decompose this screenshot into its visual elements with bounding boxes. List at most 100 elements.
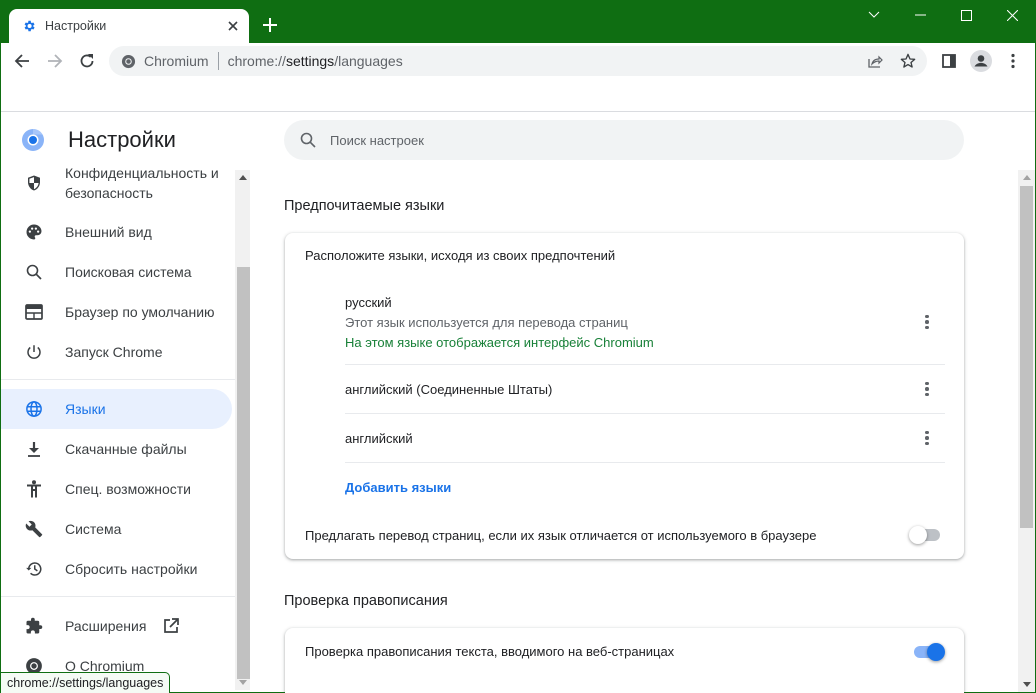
offer-translate-toggle[interactable] [909,525,943,545]
browser-window: Настройки Chromium chrome://settings/lan… [0,0,1036,693]
more-actions-icon[interactable] [915,377,939,401]
sidebar-item-label: Поисковая система [65,264,192,280]
language-ui-note: На этом языке отображается интерфейс Chr… [345,335,654,350]
sidebar-scrollbar-thumb[interactable] [237,267,250,679]
bookmark-star-icon[interactable] [894,47,922,75]
language-name: английский (Соединенные Штаты) [345,382,553,397]
sidebar-item-accessibility[interactable]: Спец. возможности [1,469,232,509]
main-scrollbar-thumb[interactable] [1020,186,1033,528]
shield-icon [24,173,44,193]
header-divider [1,111,1035,112]
languages-card: Расположите языки, исходя из своих предп… [285,233,964,559]
language-name: английский [345,431,413,446]
url-text: chrome://settings/languages [228,53,403,69]
sidebar-item-extensions[interactable]: Расширения [1,606,232,646]
forward-button[interactable] [41,47,69,75]
tab-search-button[interactable] [851,0,897,30]
search-input[interactable] [330,132,930,148]
palette-icon [24,222,44,242]
sidebar-item-search-engine[interactable]: Поисковая система [1,252,232,292]
sidebar-item-label: Языки [65,401,106,417]
sidebar-item-default-browser[interactable]: Браузер по умолчанию [1,292,232,332]
globe-icon [24,399,44,419]
label-line-2: безопасность [65,185,153,201]
more-actions-icon[interactable] [915,426,939,450]
url-host: settings [285,53,335,69]
reload-button[interactable] [73,47,101,75]
sidebar-item-label: Браузер по умолчанию [65,304,215,320]
new-tab-button[interactable] [259,14,281,36]
language-row-english-us: английский (Соединенные Штаты) [345,382,945,397]
sidebar-item-privacy[interactable]: Конфиденциальность и безопасность [1,164,232,208]
scroll-up-arrow-icon[interactable] [1019,170,1034,185]
back-button[interactable] [8,47,36,75]
puzzle-icon [24,616,44,636]
sidebar-divider [1,379,235,380]
languages-card-heading: Расположите языки, исходя из своих предп… [305,248,616,263]
gear-icon [21,18,37,34]
url-scheme: chrome:// [227,53,286,69]
scroll-down-arrow-icon[interactable] [1019,677,1034,692]
row-divider [345,462,945,463]
browser-menu-button[interactable] [999,47,1027,75]
language-name: русский [345,295,392,310]
toggle-knob [927,643,945,661]
sidebar-item-label: Внешний вид [65,224,152,240]
spellcheck-toggle-label: Проверка правописания текста, вводимого … [305,644,675,659]
search-icon [298,130,318,150]
accessibility-icon [24,479,44,499]
sidebar-item-label: Система [65,521,122,537]
sidebar-scrollbar[interactable] [235,170,250,690]
close-window-button[interactable] [989,0,1035,30]
more-actions-icon[interactable] [915,310,939,334]
status-bar-url: chrome://settings/languages [1,672,171,693]
url-path: /languages [334,53,403,69]
page-title: Настройки [68,127,176,152]
chromium-icon [120,53,136,69]
address-bar[interactable]: Chromium chrome://settings/languages [109,46,927,76]
share-icon[interactable] [861,47,889,75]
tab-close-icon[interactable] [223,16,243,36]
sidebar-item-languages[interactable]: Языки [1,389,232,429]
minimize-button[interactable] [897,0,943,30]
site-label: Chromium [144,53,209,69]
scroll-up-arrow-icon[interactable] [235,170,250,185]
maximize-button[interactable] [943,0,989,30]
settings-search[interactable] [284,120,964,160]
browser-window-icon [24,302,44,322]
power-icon [24,342,44,362]
sidebar-item-label: Запуск Chrome [65,344,163,360]
add-languages-button[interactable]: Добавить языки [345,480,451,495]
omnibox-separator [217,52,219,70]
sidebar-nav: Конфиденциальность и безопасность Внешний… [1,164,235,692]
language-translate-note: Этот язык используется для перевода стра… [345,315,628,330]
scroll-down-arrow-icon[interactable] [235,675,250,690]
language-row-english: английский [345,431,945,446]
main-scrollbar[interactable] [1018,170,1035,692]
sidebar-item-system[interactable]: Система [1,509,232,549]
spellcheck-section-title: Проверка правописания [284,593,448,609]
sidebar-item-on-startup[interactable]: Запуск Chrome [1,332,232,372]
download-icon [24,439,44,459]
sidebar-item-reset[interactable]: Сбросить настройки [1,549,232,589]
profile-avatar-button[interactable] [967,47,995,75]
spellcheck-toggle[interactable] [911,642,945,662]
side-panel-button[interactable] [935,47,963,75]
sidebar-item-label: Сбросить настройки [65,561,198,577]
spellcheck-card: Проверка правописания текста, вводимого … [285,628,964,693]
sidebar-divider [1,596,235,597]
toggle-knob [909,526,927,544]
title-bar: Настройки [0,0,1036,43]
tab-settings[interactable]: Настройки [9,9,249,43]
external-link-icon [161,616,181,636]
sidebar-item-label: Спец. возможности [65,481,191,497]
browser-toolbar: Chromium chrome://settings/languages [1,43,1035,79]
chromium-logo-icon [21,128,45,152]
sidebar-item-appearance[interactable]: Внешний вид [1,212,232,252]
languages-section-title: Предпочитаемые языки [284,198,445,214]
omnibox-actions [861,46,927,76]
sidebar-item-label: Расширения [65,618,147,634]
sidebar-item-downloads[interactable]: Скачанные файлы [1,429,232,469]
settings-page: Настройки Конфиденциальность и безопаснос… [1,79,1035,693]
restore-icon [24,559,44,579]
